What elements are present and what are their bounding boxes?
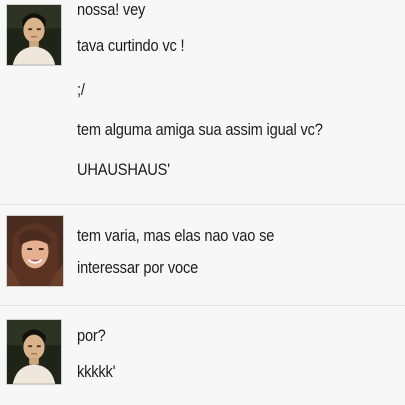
girl-avatar-icon[interactable] bbox=[6, 215, 64, 287]
boy-avatar-icon[interactable] bbox=[6, 319, 62, 385]
message-text: tem alguma amiga sua assim igual vc? bbox=[77, 120, 323, 139]
message-text: ;/ bbox=[77, 80, 85, 99]
message-text: nossa! vey bbox=[77, 0, 146, 19]
message-text: por? bbox=[77, 326, 106, 345]
message-text: interessar por voce bbox=[77, 258, 199, 277]
group-divider bbox=[0, 204, 405, 205]
boy-avatar-image bbox=[7, 5, 61, 65]
message-text: tem varia, mas elas nao vao se bbox=[77, 226, 275, 245]
message-text: tava curtindo vc ! bbox=[77, 36, 185, 55]
boy-avatar-icon[interactable] bbox=[6, 4, 62, 66]
message-text: UHAUSHAUS' bbox=[77, 160, 170, 179]
message-text: kkkkk' bbox=[77, 362, 116, 381]
boy-avatar-image bbox=[7, 320, 61, 384]
chat-log: nossa! vey tava curtindo vc ! ;/ tem alg… bbox=[0, 0, 405, 405]
group-divider bbox=[0, 305, 405, 306]
message-group-boy: nossa! vey tava curtindo vc ! ;/ tem alg… bbox=[0, 0, 405, 202]
message-group-boy: por? kkkkk' bbox=[0, 312, 405, 405]
girl-avatar-image bbox=[7, 216, 63, 286]
message-group-girl: tem varia, mas elas nao vao se interessa… bbox=[0, 210, 405, 302]
